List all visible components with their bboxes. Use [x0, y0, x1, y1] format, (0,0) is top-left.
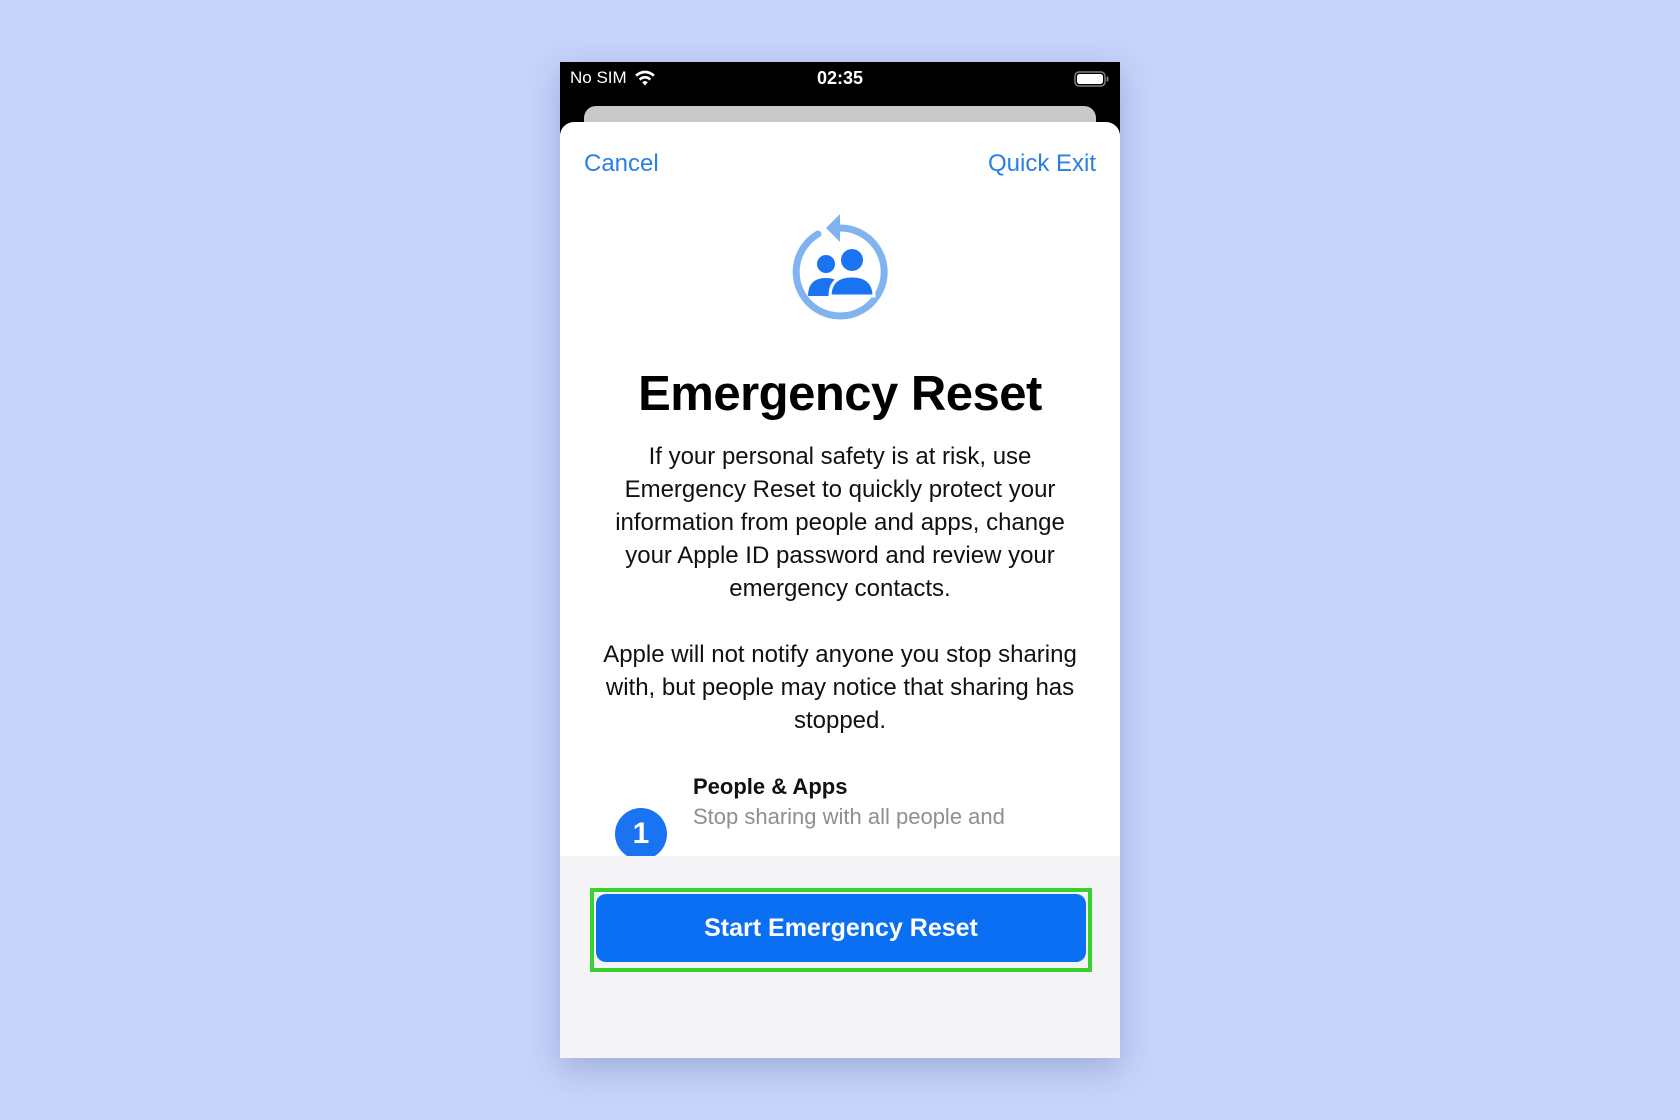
quick-exit-button[interactable]: Quick Exit [988, 150, 1096, 178]
step-title: People & Apps [693, 774, 848, 799]
cancel-button[interactable]: Cancel [584, 150, 659, 178]
battery-icon [1074, 71, 1109, 87]
step-description: Stop sharing with all people and [693, 804, 1005, 829]
page-title: Emergency Reset [638, 367, 1042, 421]
footer-bar: Start Emergency Reset [560, 856, 1120, 1058]
emergency-reset-sheet: Cancel Quick Exit Emergency Reset If you… [560, 122, 1120, 1058]
start-emergency-reset-button[interactable]: Start Emergency Reset [596, 894, 1086, 962]
status-time: 02:35 [816, 68, 864, 88]
description-paragraph: If your personal safety is at risk, use … [615, 443, 1065, 602]
people-reset-icon [792, 214, 888, 320]
notice-paragraph: Apple will not notify anyone you stop sh… [603, 641, 1077, 734]
status-bar: No SIM 02:35 [560, 62, 1120, 106]
step-item-people-apps: 1 People & Apps Stop sharing with all pe… [615, 770, 1075, 860]
step-number-badge: 1 [615, 808, 667, 860]
phone-screen: No SIM 02:35 Cancel Quick Exit Emergency [560, 62, 1120, 1058]
